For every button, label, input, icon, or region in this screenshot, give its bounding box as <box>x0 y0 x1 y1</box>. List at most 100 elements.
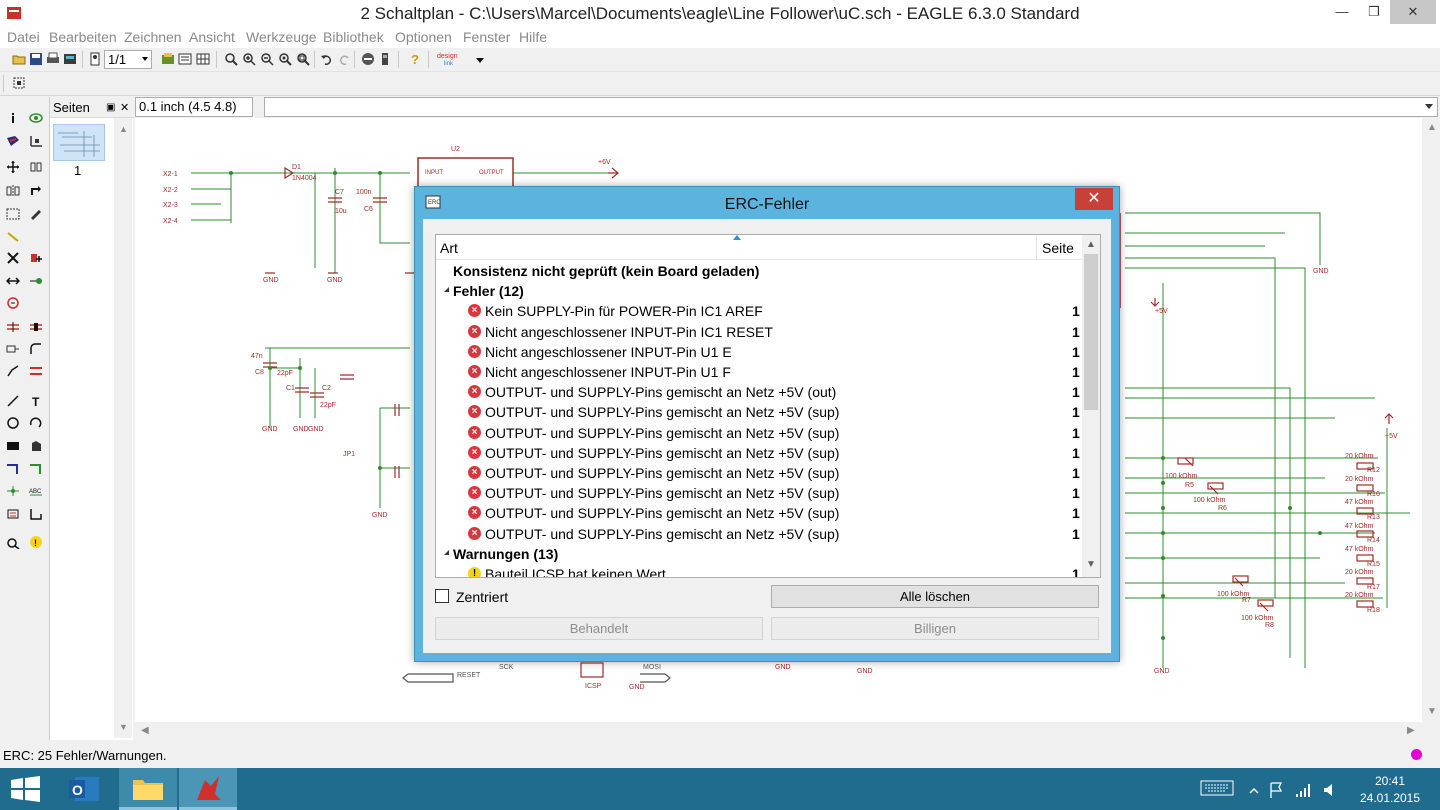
value-icon[interactable] <box>6 343 20 355</box>
design-link-icon[interactable]: designlink <box>436 51 464 67</box>
maximize-button[interactable]: ❐ <box>1357 0 1391 24</box>
minimize-button[interactable]: — <box>1325 0 1359 24</box>
pages-scrollbar[interactable]: ▲ ▼ <box>114 118 132 738</box>
approve-button[interactable]: Billigen <box>771 617 1099 640</box>
wire-icon[interactable] <box>6 395 20 407</box>
attribute-icon[interactable] <box>6 508 20 520</box>
mark-icon[interactable] <box>29 135 43 147</box>
stop-icon[interactable] <box>361 52 375 66</box>
zoom-fit-icon[interactable] <box>224 52 238 66</box>
scroll-down-icon[interactable]: ▼ <box>1427 706 1437 717</box>
menu-bearbeiten[interactable]: Bearbeiten <box>49 29 117 45</box>
display-icon[interactable] <box>6 135 20 147</box>
mirror-icon[interactable] <box>6 185 20 197</box>
warning-row[interactable]: ! Bauteil ICSP hat keinen Wert 1 <box>436 564 1082 577</box>
pin-icon[interactable]: ▣ <box>106 102 115 113</box>
canvas-horizontal-scrollbar[interactable]: ◀ ▶ <box>135 722 1422 740</box>
info-icon[interactable] <box>6 112 20 124</box>
error-row[interactable]: × OUTPUT- und SUPPLY-Pins gemischt an Net… <box>436 503 1082 523</box>
error-row[interactable]: × OUTPUT- und SUPPLY-Pins gemischt an Net… <box>436 483 1082 503</box>
run-ulp-icon[interactable] <box>178 52 192 66</box>
zoom-redraw-icon[interactable] <box>278 52 292 66</box>
column-divider[interactable] <box>1036 235 1037 260</box>
dimension-icon[interactable] <box>29 508 43 520</box>
zoom-out-icon[interactable] <box>260 52 274 66</box>
layer-icon[interactable] <box>12 76 26 90</box>
zoom-select-icon[interactable] <box>296 52 310 66</box>
dialog-close-button[interactable]: ✕ <box>1075 188 1113 210</box>
close-window-button[interactable]: ✕ <box>1390 0 1436 24</box>
chevron-down-icon[interactable] <box>476 58 484 63</box>
clear-all-button[interactable]: Alle löschen <box>771 585 1099 608</box>
header-row[interactable]: Konsistenz nicht geprüft (kein Board gel… <box>436 261 1082 281</box>
show-icon[interactable] <box>29 112 43 124</box>
undo-icon[interactable] <box>320 52 334 66</box>
split-wire-icon[interactable] <box>29 365 43 377</box>
arc-icon[interactable] <box>29 417 43 429</box>
print-icon[interactable] <box>46 52 60 66</box>
outlook-icon[interactable]: O <box>57 768 115 810</box>
go-icon[interactable] <box>378 52 392 66</box>
scroll-left-icon[interactable]: ◀ <box>141 725 149 736</box>
rotate-icon[interactable] <box>29 185 43 197</box>
delete-icon[interactable] <box>6 252 20 264</box>
miter-icon[interactable] <box>6 365 20 377</box>
group-row[interactable]: Fehler (12) <box>436 281 1082 301</box>
save-icon[interactable] <box>29 52 43 66</box>
menu-datei[interactable]: Datei <box>7 29 40 45</box>
menu-optionen[interactable]: Optionen <box>395 29 452 45</box>
gateswap-icon[interactable] <box>6 297 20 309</box>
junction-icon[interactable] <box>6 485 20 497</box>
canvas-vertical-scrollbar[interactable]: ▲ ▼ <box>1422 118 1440 722</box>
status-indicator[interactable] <box>1411 749 1422 760</box>
column-art[interactable]: Art <box>440 240 458 256</box>
net-icon[interactable] <box>29 463 43 475</box>
error-row[interactable]: × Nicht angeschlossener INPUT-Pin IC1 RES… <box>436 322 1082 342</box>
chevron-down-icon[interactable] <box>1425 104 1433 109</box>
polygon-icon[interactable] <box>29 440 43 452</box>
redo-icon[interactable] <box>337 52 351 66</box>
circle-icon[interactable] <box>6 417 20 429</box>
cam-icon[interactable] <box>63 52 77 66</box>
add-icon[interactable] <box>29 252 43 264</box>
name-icon[interactable] <box>29 321 43 333</box>
error-row[interactable]: × Kein SUPPLY-Pin für POWER-Pin IC1 AREF 1 <box>436 301 1082 321</box>
error-row[interactable]: × OUTPUT- und SUPPLY-Pins gemischt an Net… <box>436 524 1082 544</box>
error-row[interactable]: × OUTPUT- und SUPPLY-Pins gemischt an Net… <box>436 443 1082 463</box>
erc-icon[interactable] <box>6 537 20 549</box>
keyboard-icon[interactable] <box>1200 778 1234 798</box>
error-row[interactable]: × OUTPUT- und SUPPLY-Pins gemischt an Net… <box>436 463 1082 483</box>
group-icon[interactable] <box>6 208 20 220</box>
eagle-taskbar-button[interactable] <box>179 768 237 810</box>
close-panel-icon[interactable]: ✕ <box>120 101 129 114</box>
replace-icon[interactable] <box>29 275 43 287</box>
label-icon[interactable]: ABC <box>29 485 43 497</box>
menu-fenster[interactable]: Fenster <box>463 29 510 45</box>
volume-icon[interactable] <box>1322 781 1338 799</box>
scroll-down-icon[interactable]: ▼ <box>119 722 128 732</box>
scroll-down-icon[interactable]: ▼ <box>1086 559 1096 570</box>
paste-icon[interactable] <box>6 231 20 243</box>
erc-error-list[interactable]: Art Seite Konsistenz nicht geprüft (kein… <box>435 234 1101 578</box>
change-icon[interactable] <box>29 208 43 220</box>
menu-ansicht[interactable]: Ansicht <box>189 29 235 45</box>
flag-icon[interactable] <box>1268 781 1284 799</box>
warning-icon[interactable]: ! <box>29 536 43 548</box>
move-icon[interactable] <box>6 161 20 173</box>
tray-chevron-icon[interactable] <box>1248 784 1260 798</box>
split-icon[interactable] <box>6 321 20 333</box>
scroll-right-icon[interactable]: ▶ <box>1407 725 1415 736</box>
taskbar-clock[interactable]: 20:41 24.01.2015 <box>1350 773 1430 807</box>
error-row[interactable]: × OUTPUT- und SUPPLY-Pins gemischt an Net… <box>436 382 1082 402</box>
scroll-up-icon[interactable]: ▲ <box>1427 122 1437 133</box>
smash-icon[interactable] <box>29 343 43 355</box>
scroll-up-icon[interactable]: ▲ <box>1086 239 1096 250</box>
menu-zeichnen[interactable]: Zeichnen <box>124 29 182 45</box>
copy-icon[interactable] <box>29 161 43 173</box>
network-icon[interactable] <box>1294 781 1312 799</box>
menu-bibliothek[interactable]: Bibliothek <box>323 29 384 45</box>
menu-werkzeuge[interactable]: Werkzeuge <box>246 29 317 45</box>
group-row[interactable]: Warnungen (13) <box>436 544 1082 564</box>
zoom-in-icon[interactable] <box>242 52 256 66</box>
scroll-up-icon[interactable]: ▲ <box>119 124 128 134</box>
